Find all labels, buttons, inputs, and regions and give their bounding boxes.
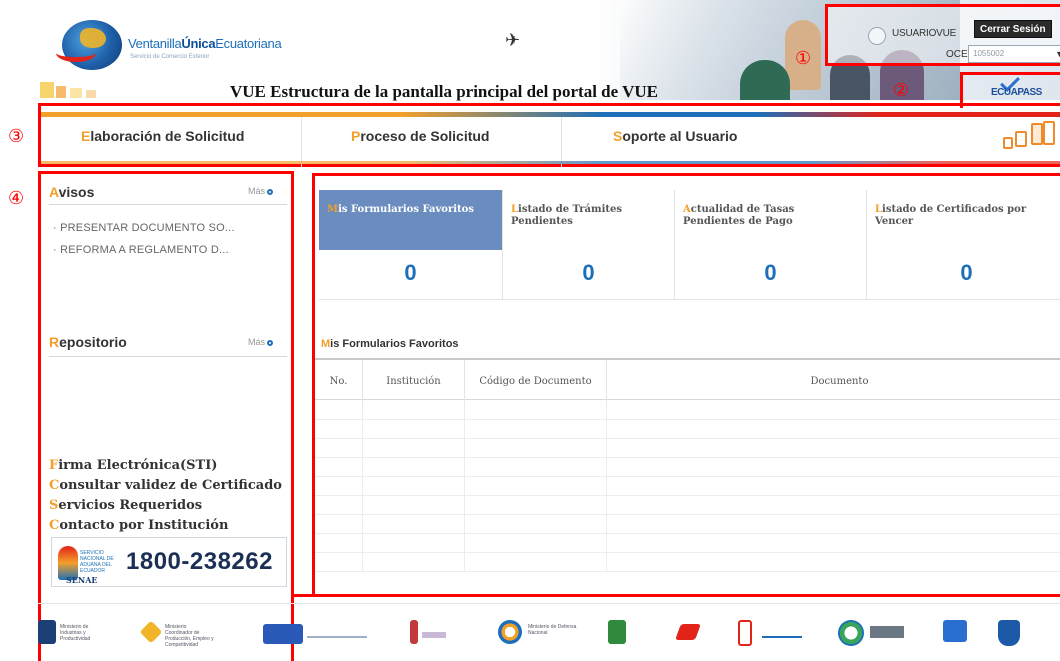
table-row (315, 477, 1060, 496)
menu-underline (41, 161, 1060, 164)
senae-phone-number: 1800-238262 (126, 548, 273, 575)
menu-item-soporte[interactable]: Soporte al Usuario (613, 128, 737, 144)
logout-button[interactable]: Cerrar Sesión (974, 20, 1052, 38)
card-mis-formularios[interactable]: Mis Formularios Favoritos 0 (319, 190, 503, 300)
page-title: VUE Estructura de la pantalla principal … (230, 82, 659, 101)
oce-select[interactable]: 1055002 ▼ (968, 45, 1060, 63)
footer-logo-text: Ministerio Coordinador de Producción, Em… (165, 624, 214, 648)
footer-logo-mcpec[interactable]: Ministerio Coordinador de Producción, Em… (139, 616, 233, 652)
favorites-table: No. Institución Código de Documento Docu… (315, 358, 1060, 598)
chevron-down-icon: ▼ (1055, 49, 1060, 59)
user-icon (868, 27, 886, 45)
user-session-box: USUARIOVUE Cerrar Sesión OCE 1055002 ▼ (825, 4, 1060, 66)
photo-person (740, 60, 790, 100)
vue-logo-swoosh-icon (56, 44, 96, 62)
card-count: 0 (960, 260, 973, 285)
footer-logo-text (762, 636, 802, 638)
card-title: Actualidad de Tasas Pendientes de Pago (683, 204, 795, 227)
footer-logo-agro[interactable] (608, 616, 648, 652)
menu-divider (301, 117, 302, 167)
column-header: No. (315, 360, 363, 402)
oce-label: OCE (946, 49, 968, 60)
footer-logo-mipro[interactable]: Ministerio de Industrias y Productividad (38, 616, 118, 652)
repositorio-divider (49, 356, 287, 357)
table-row (315, 401, 1060, 420)
column-header: Código de Documento (465, 360, 607, 402)
connector-line (293, 575, 314, 597)
footer-logos: Ministerio de Industrias y Productividad… (38, 603, 1060, 661)
menu-color-strip (41, 112, 1060, 117)
table-row (315, 458, 1060, 477)
menu-item-elaboracion[interactable]: Elaboración de Solicitud (81, 128, 244, 144)
footer-logo-escudo[interactable] (998, 616, 1038, 652)
column-header: Institución (363, 360, 465, 402)
footer-logo-text (307, 636, 367, 638)
repositorio-title: Repositorio (49, 334, 127, 350)
footer-logo-text: Ministerio de Defensa Nacional (528, 624, 577, 636)
vue-logo-text[interactable]: VentanillaÚnicaEcuatoriana (128, 36, 282, 51)
avisos-title: Avisos (49, 184, 95, 200)
footer-logo-text: Ministerio de Industrias y Productividad (60, 624, 91, 642)
link-consultar-certificado[interactable]: Consultar validez de Certificado (49, 478, 282, 493)
table-header-row: No. Institución Código de Documento Docu… (315, 358, 1060, 402)
avisos-more-link[interactable]: Más (248, 186, 274, 196)
document-stack-icon (1003, 121, 1055, 151)
footer-logo-red[interactable] (738, 616, 808, 652)
footer-logo-circle[interactable] (838, 616, 918, 652)
senae-phone-banner[interactable]: SERVICIO NACIONAL DE ADUANA DEL ECUADOR … (51, 537, 287, 587)
footer-logo-defensa[interactable]: Ministerio de Defensa Nacional (498, 616, 578, 652)
table-row (315, 420, 1060, 439)
menu-item-proceso[interactable]: Proceso de Solicitud (351, 128, 489, 144)
notice-item[interactable]: · PRESENTAR DOCUMENTO SO... (53, 222, 235, 234)
card-tasas-pendientes[interactable]: Actualidad de Tasas Pendientes de Pago 0 (675, 190, 867, 300)
ecuapass-logo: ECUAPASS (991, 87, 1042, 98)
vue-logo-subtitle: Servicio de Comercio Exterior (130, 54, 210, 60)
column-header: Documento (810, 375, 869, 387)
senae-mini-text: SERVICIO NACIONAL DE ADUANA DEL ECUADOR (80, 550, 114, 574)
repositorio-more-link[interactable]: Más (248, 337, 274, 347)
footer-logo-agencia[interactable] (943, 616, 983, 652)
marker-3: ③ (8, 126, 25, 147)
footer-logo-text (422, 632, 446, 638)
table-row (315, 534, 1060, 553)
card-header (319, 190, 502, 250)
card-title: Listado de Certificados por Vencer (875, 204, 1027, 227)
footer-logo-eu[interactable] (263, 616, 373, 652)
card-count: 0 (404, 260, 417, 285)
plus-icon (267, 339, 274, 346)
senae-name: SENAE (66, 575, 98, 585)
table-row (315, 553, 1060, 572)
marker-2: ② (893, 80, 910, 101)
link-contacto-institucion[interactable]: Contacto por Institución (49, 518, 228, 533)
main-panel: ⑤ Mis Formularios Favoritos 0 Listado de… (312, 173, 1060, 597)
link-firma-electronica[interactable]: Firma Electrónica(STI) (49, 458, 217, 473)
table-row (315, 496, 1060, 515)
decorative-blocks-icon (40, 80, 120, 100)
card-tramites-pendientes[interactable]: Listado de Trámites Pendientes 0 (503, 190, 675, 300)
favorites-section-title: Mis Formularios Favoritos (321, 338, 459, 350)
link-servicios-requeridos[interactable]: Servicios Requeridos (49, 498, 202, 513)
footer-logo-text (870, 626, 904, 638)
left-panel: Avisos Más · PRESENTAR DOCUMENTO SO... ·… (38, 171, 294, 661)
marker-4: ④ (8, 188, 25, 209)
card-title: Mis Formularios Favoritos (327, 204, 474, 215)
avisos-divider (49, 204, 287, 205)
footer-logo-institucion[interactable] (410, 616, 460, 652)
card-title: Listado de Trámites Pendientes (511, 204, 622, 227)
main-menu: Elaboración de Solicitud Proceso de Soli… (38, 103, 1060, 167)
vue-portal-screenshot: VentanillaÚnicaEcuatoriana Servicio de C… (0, 0, 1060, 661)
card-count: 0 (582, 260, 595, 285)
notice-item[interactable]: · REFORMA A REGLAMENTO D... (53, 244, 229, 256)
username-label: USUARIOVUE (892, 28, 957, 39)
table-row (315, 515, 1060, 534)
menu-divider (561, 117, 562, 167)
marker-1: ① (795, 48, 812, 69)
card-count: 0 (764, 260, 777, 285)
airplane-icon: ✈ (505, 30, 521, 50)
table-row (315, 439, 1060, 458)
card-certificados-vencer[interactable]: Listado de Certificados por Vencer 0 (867, 190, 1060, 300)
footer-logo-ministerio[interactable] (675, 616, 728, 652)
plus-icon (267, 188, 274, 195)
